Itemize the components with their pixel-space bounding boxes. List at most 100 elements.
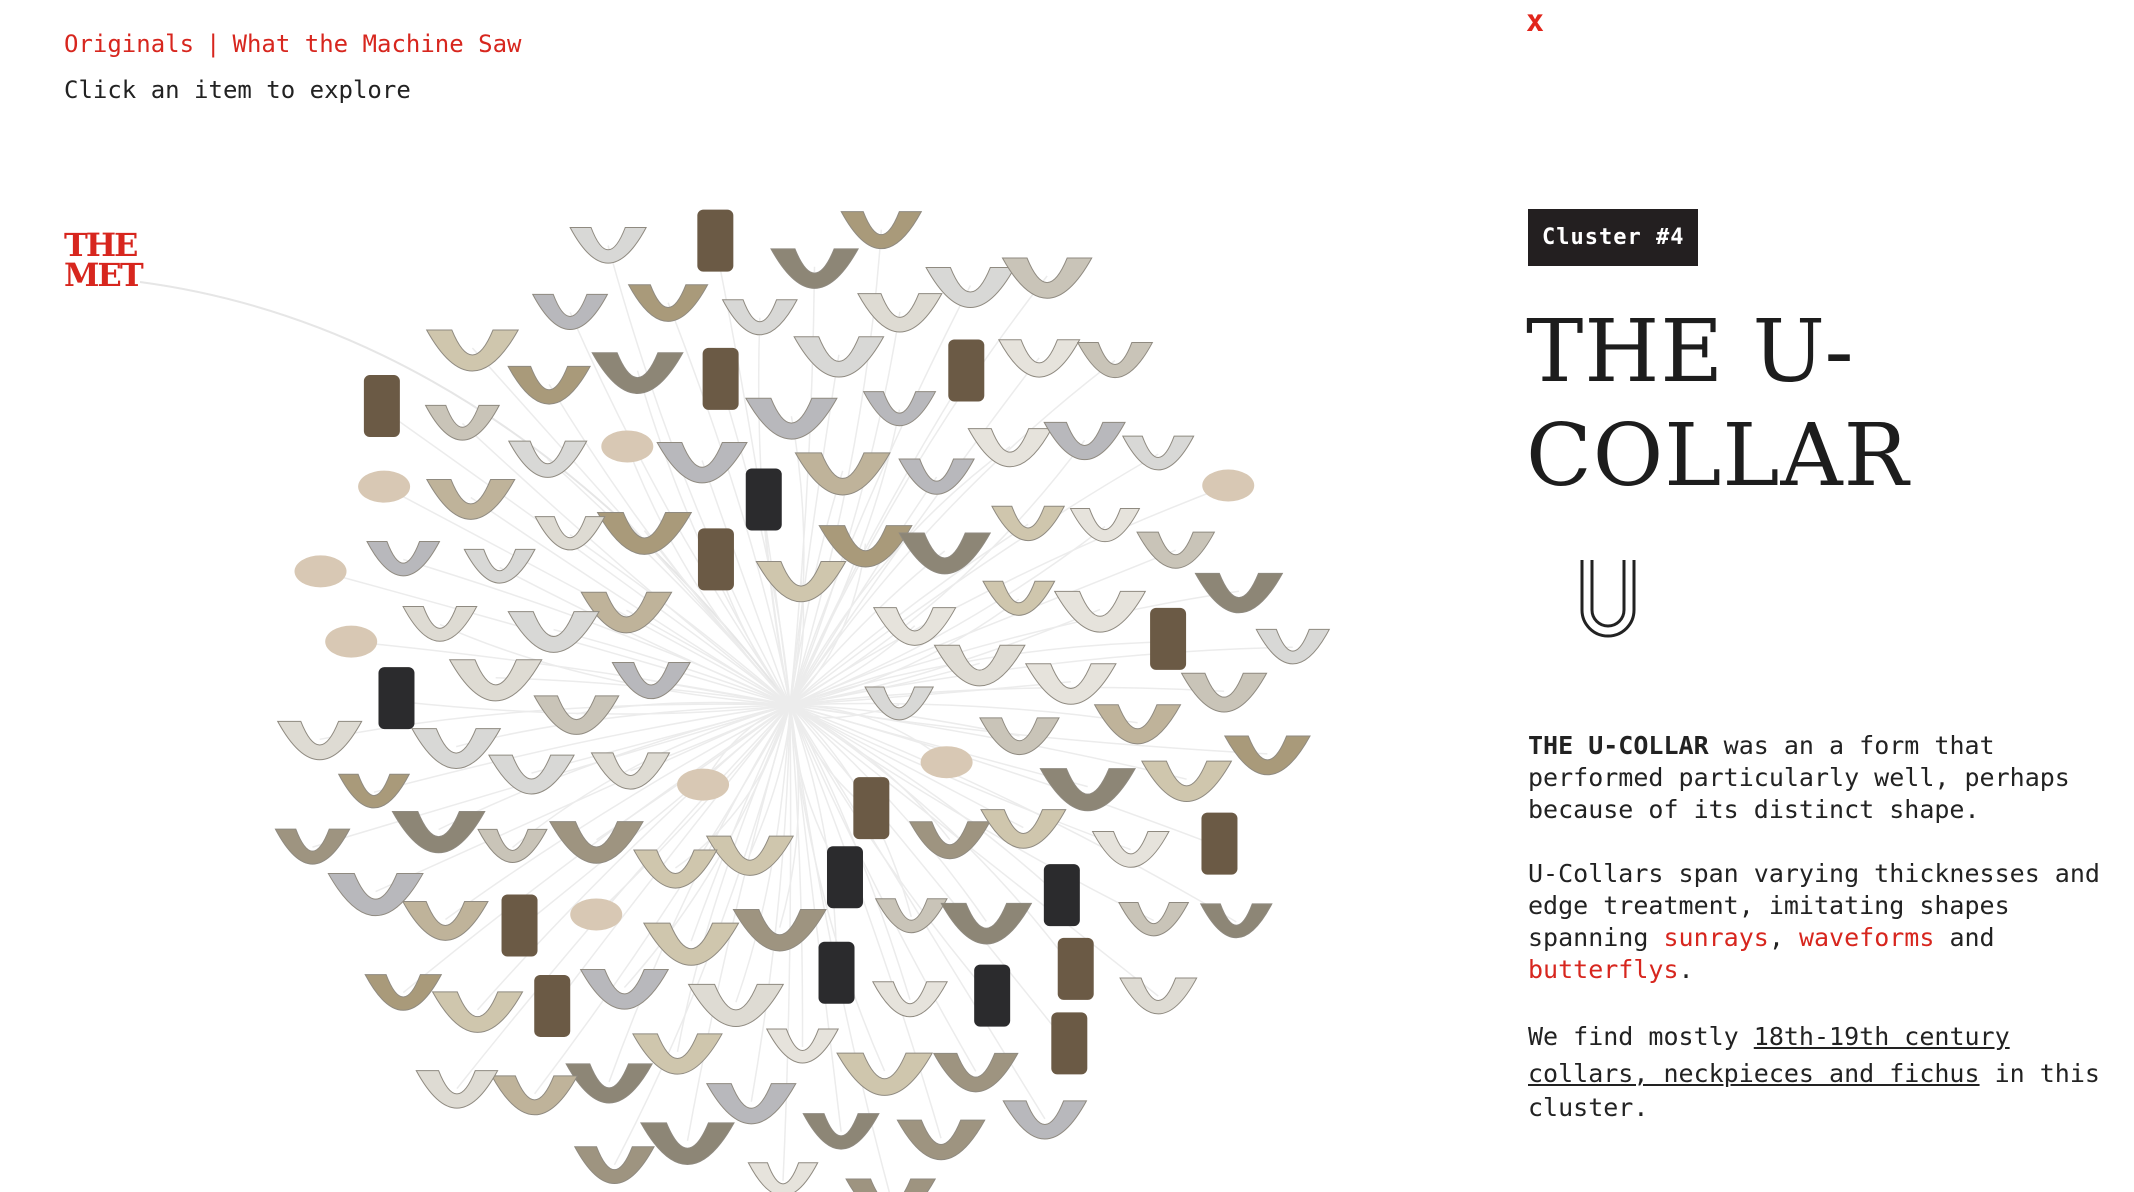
originals-link[interactable]: Originals [64, 30, 194, 58]
garment-thumbnail[interactable] [463, 548, 536, 584]
garment-thumbnail[interactable] [415, 1070, 499, 1109]
garment-thumbnail[interactable] [596, 512, 693, 555]
garment-thumbnail[interactable] [991, 505, 1066, 542]
garment-thumbnail[interactable] [337, 773, 411, 809]
description-highlight: THE U-COLLAR [1528, 731, 1709, 760]
garment-thumbnail[interactable] [932, 1052, 1019, 1093]
garment-thumbnail[interactable] [1194, 572, 1284, 614]
garment-thumbnail[interactable] [276, 720, 363, 761]
garment-thumbnail[interactable] [325, 625, 378, 658]
cluster-description: THE U-COLLAR was an a form that performe… [1528, 731, 2100, 1122]
garment-thumbnail[interactable] [477, 828, 548, 863]
garment-thumbnail[interactable] [1199, 903, 1273, 939]
garment-thumbnail[interactable] [1150, 607, 1187, 670]
garment-thumbnail[interactable] [448, 659, 543, 702]
close-icon[interactable]: x [1526, 4, 1544, 39]
garment-thumbnail[interactable] [732, 909, 827, 952]
garment-thumbnail[interactable] [1136, 531, 1216, 569]
garment-thumbnail[interactable] [794, 452, 891, 496]
garment-thumbnail[interactable] [1001, 257, 1093, 299]
garment-thumbnail[interactable] [431, 991, 524, 1033]
garment-thumbnail[interactable] [601, 430, 654, 463]
garment-thumbnail[interactable] [1043, 864, 1080, 927]
garment-thumbnail[interactable] [1069, 508, 1141, 543]
garment-thumbnail[interactable] [697, 209, 734, 272]
garment-thumbnail[interactable] [1223, 735, 1311, 776]
butterflys-link[interactable]: butterflys [1528, 955, 1679, 984]
garment-thumbnail[interactable] [1053, 590, 1147, 633]
garment-thumbnail[interactable] [702, 347, 739, 410]
garment-thumbnail[interactable] [853, 777, 890, 840]
what-the-machine-saw-link[interactable]: What the Machine Saw [233, 30, 522, 58]
garment-thumbnail[interactable] [507, 611, 600, 653]
garment-thumbnail[interactable] [980, 809, 1067, 849]
sunrays-link[interactable]: sunrays [1663, 923, 1768, 952]
garment-thumbnail[interactable] [948, 339, 985, 402]
garment-thumbnail[interactable] [826, 846, 863, 909]
garment-thumbnail[interactable] [366, 540, 441, 577]
garment-thumbnail[interactable] [531, 293, 609, 331]
waveforms-link[interactable]: waveforms [1799, 923, 1934, 952]
garment-thumbnail[interactable] [425, 479, 516, 520]
garment-thumbnail[interactable] [697, 528, 734, 591]
garment-thumbnail[interactable] [705, 1083, 797, 1125]
garment-thumbnail[interactable] [745, 468, 782, 531]
garment-thumbnail[interactable] [391, 810, 486, 854]
garment-thumbnail[interactable] [898, 458, 975, 495]
breadcrumb: Originals | What the Machine Saw [64, 30, 521, 58]
garment-thumbnail[interactable] [1180, 672, 1268, 713]
garment-thumbnail[interactable] [501, 894, 538, 957]
garment-thumbnail[interactable] [1118, 902, 1190, 937]
garment-thumbnail[interactable] [979, 717, 1060, 756]
garment-thumbnail[interactable] [898, 532, 992, 575]
garment-thumbnail[interactable] [411, 728, 502, 769]
garment-thumbnail[interactable] [656, 442, 748, 484]
garment-thumbnail[interactable] [378, 667, 415, 730]
garment-thumbnail[interactable] [534, 974, 571, 1037]
garment-thumbnail[interactable] [294, 555, 347, 588]
garment-thumbnail[interactable] [896, 1119, 986, 1161]
garment-thumbnail[interactable] [818, 941, 855, 1004]
garment-thumbnail[interactable] [490, 1075, 579, 1116]
garment-thumbnail[interactable] [579, 969, 670, 1010]
garment-thumbnail[interactable] [565, 1063, 654, 1104]
garment-thumbnail[interactable] [1039, 768, 1136, 812]
garment-thumbnail[interactable] [533, 695, 620, 735]
garment-thumbnail[interactable] [940, 902, 1033, 945]
cluster-visualization[interactable] [0, 0, 1490, 1192]
garment-thumbnail[interactable] [721, 299, 798, 336]
garment-thumbnail[interactable] [1121, 435, 1195, 471]
garment-thumbnail[interactable] [925, 267, 1016, 308]
garment-thumbnail[interactable] [488, 754, 575, 795]
logo-line-2: MET [64, 256, 144, 294]
garment-thumbnail[interactable] [845, 1178, 937, 1192]
garment-thumbnail[interactable] [363, 375, 400, 438]
garment-thumbnail[interactable] [687, 983, 785, 1027]
garment-thumbnail[interactable] [836, 1052, 934, 1096]
garment-thumbnail[interactable] [677, 768, 730, 801]
garment-thumbnail[interactable] [424, 404, 501, 441]
garment-thumbnail[interactable] [974, 964, 1011, 1027]
garment-thumbnail[interactable] [1201, 812, 1238, 875]
garment-thumbnail[interactable] [967, 428, 1053, 468]
garment-thumbnail[interactable] [570, 898, 623, 931]
garment-thumbnail[interactable] [1076, 341, 1154, 379]
garment-thumbnail[interactable] [425, 329, 520, 372]
garment-thumbnail[interactable] [1093, 704, 1182, 745]
garment-thumbnail[interactable] [573, 1146, 655, 1185]
garment-thumbnail[interactable] [1002, 1100, 1088, 1140]
garment-thumbnail[interactable] [862, 391, 937, 427]
garment-thumbnail[interactable] [569, 226, 647, 264]
garment-thumbnail[interactable] [1255, 628, 1331, 665]
garment-thumbnail[interactable] [982, 580, 1056, 616]
garment-thumbnail[interactable] [1202, 469, 1255, 502]
garment-thumbnail[interactable] [920, 746, 973, 779]
garment-thumbnail[interactable] [1024, 663, 1117, 705]
garment-thumbnail[interactable] [358, 470, 411, 503]
garment-thumbnail[interactable] [1057, 937, 1094, 1000]
garment-thumbnail[interactable] [640, 1122, 735, 1165]
garment-thumbnail[interactable] [1051, 1012, 1088, 1075]
met-logo[interactable]: THE MET [64, 229, 144, 294]
garment-thumbnail[interactable] [933, 644, 1026, 687]
garment-thumbnail[interactable] [1140, 760, 1233, 802]
